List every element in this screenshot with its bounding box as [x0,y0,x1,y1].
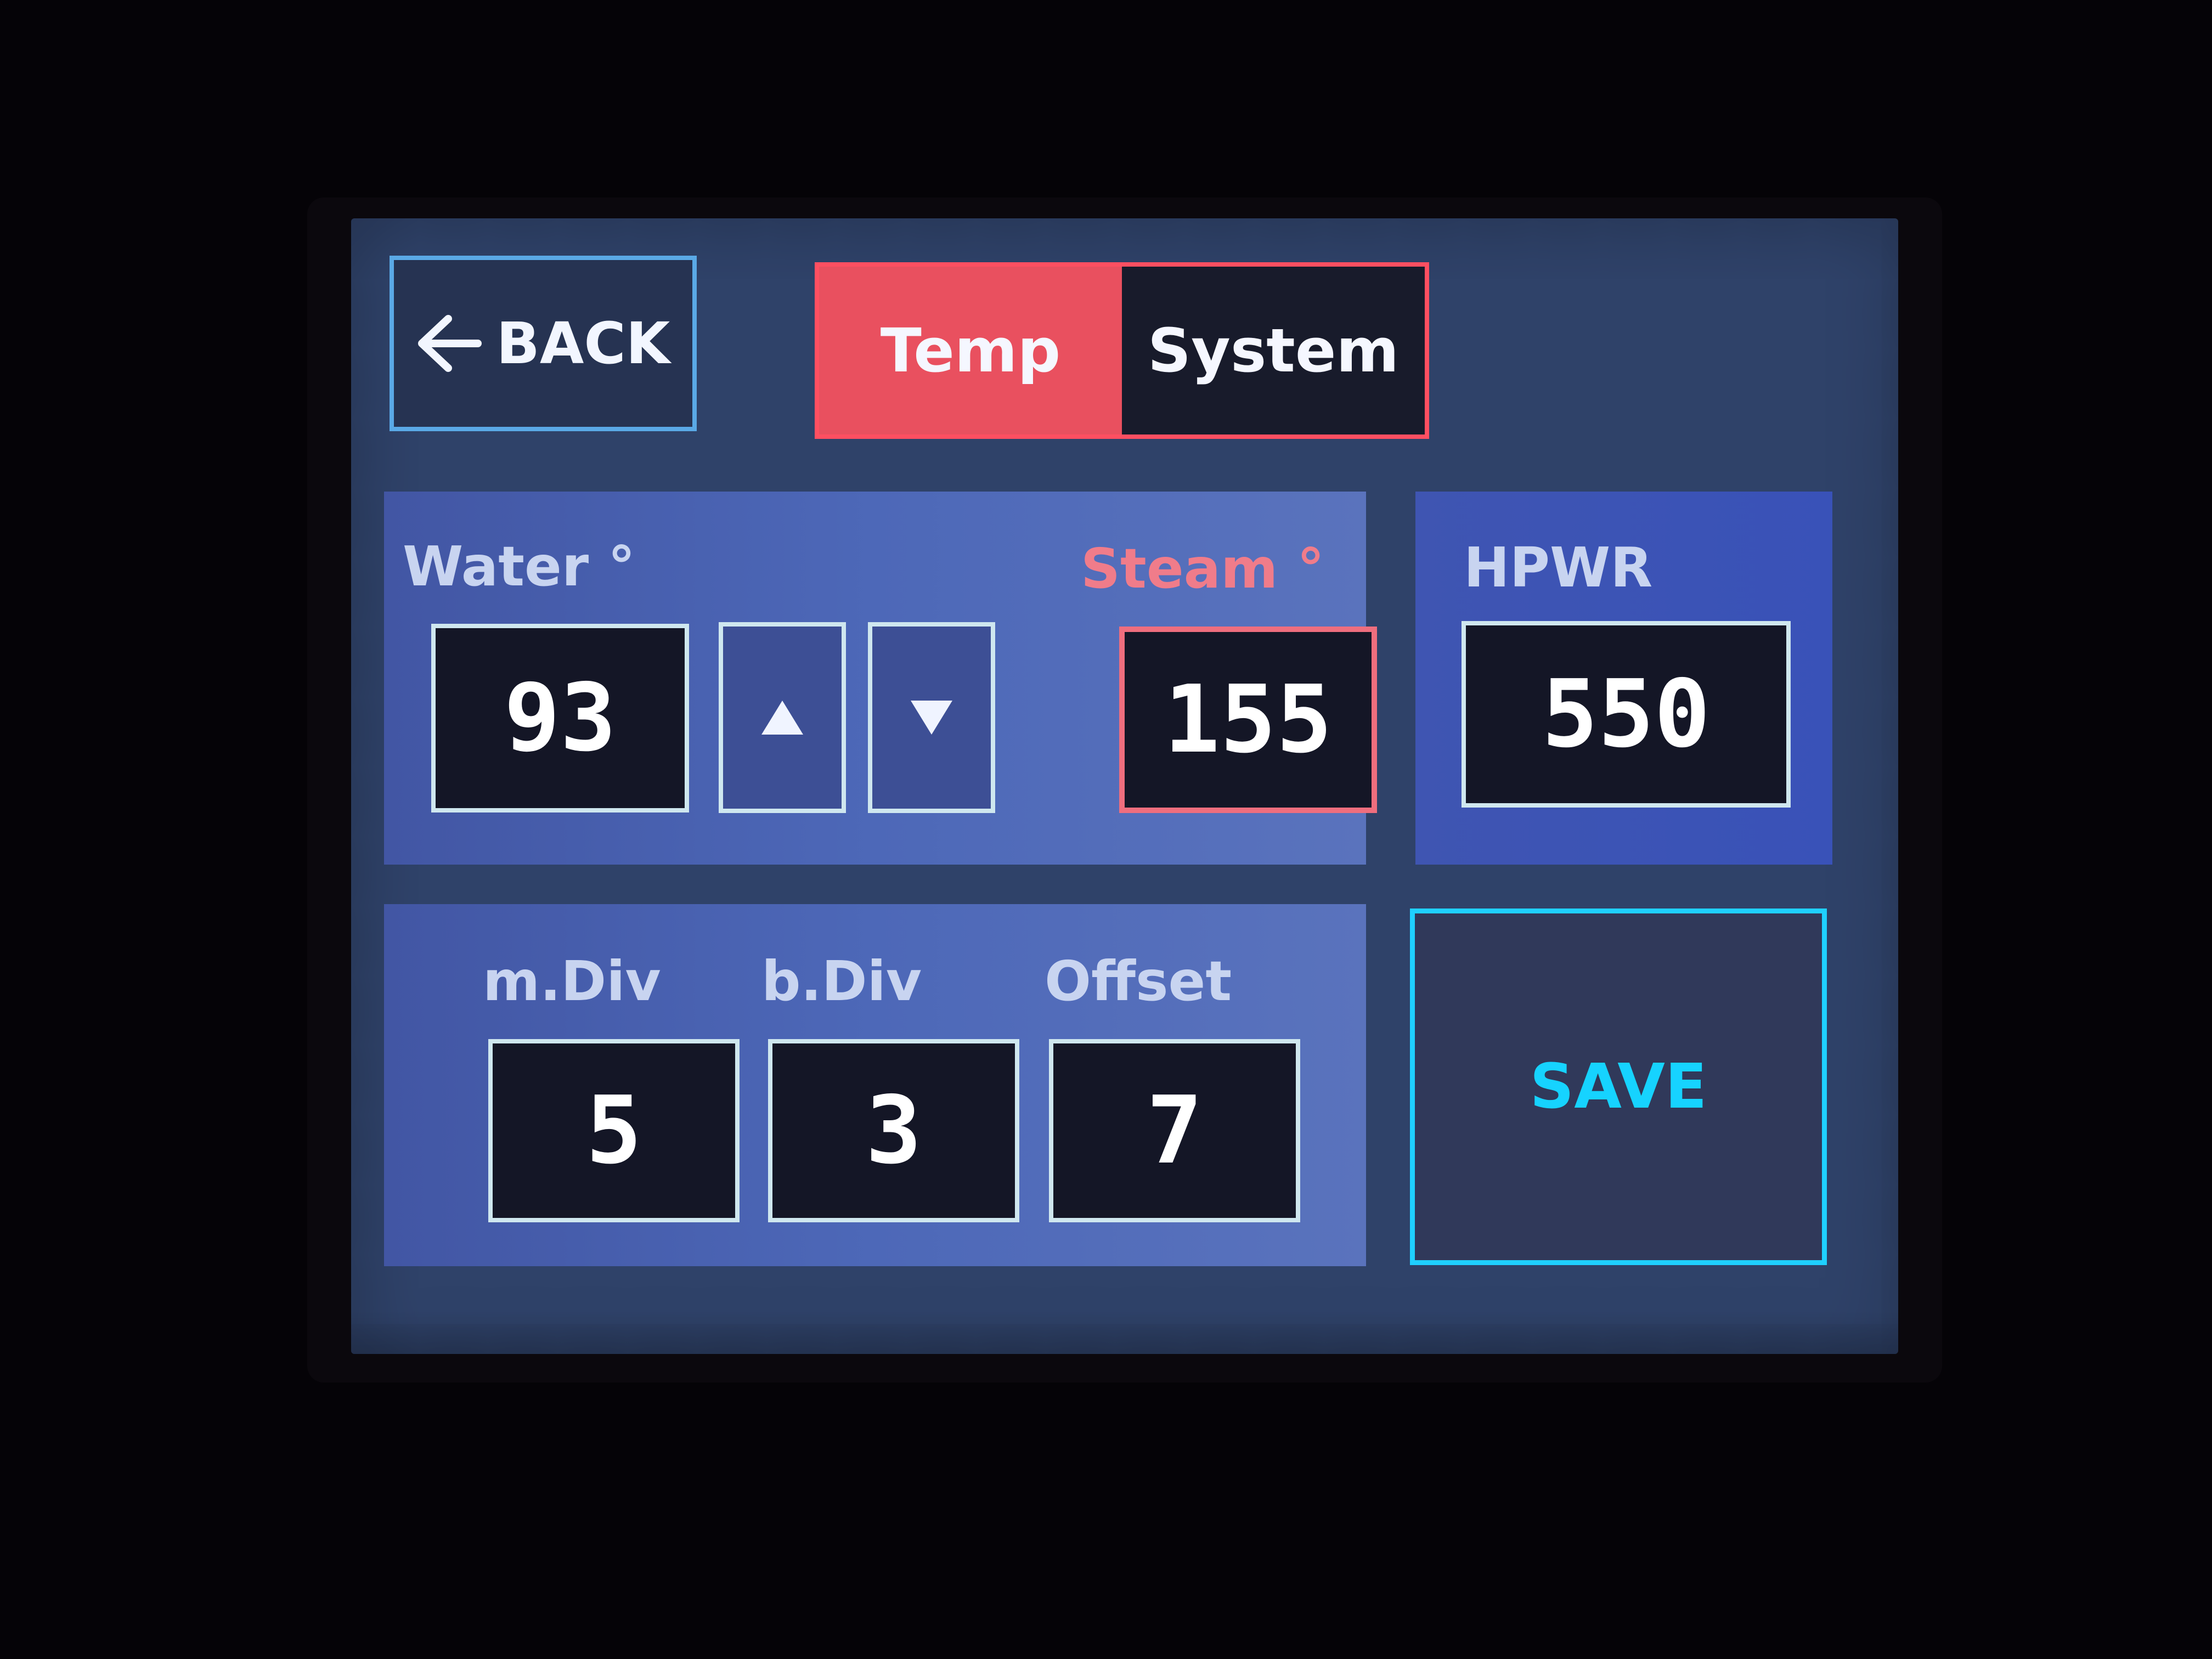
steam-temperature-text: 155 [1164,665,1333,774]
arrow-left-icon [417,315,482,372]
heater-power-panel: HPWR 550 [1415,492,1832,865]
triangle-down-icon [911,701,952,735]
division-settings-panel: m.Div b.Div Offset 5 3 7 [384,904,1366,1266]
tab-temp[interactable]: Temp [819,267,1122,435]
m-div-value[interactable]: 5 [488,1039,740,1222]
water-temperature-value[interactable]: 93 [431,624,689,812]
decrease-water-button[interactable] [868,622,995,813]
save-button[interactable]: SAVE [1410,909,1827,1265]
b-div-label: b.Div [761,949,922,1013]
mode-tabs: Temp System [815,262,1429,439]
save-label: SAVE [1530,1051,1707,1122]
m-div-value-text: 5 [585,1076,642,1185]
water-temperature-text: 93 [504,664,617,772]
offset-label: Offset [1045,949,1232,1013]
hpwr-label: HPWR [1464,535,1653,600]
back-label: BACK [496,310,670,377]
tab-system-label: System [1147,315,1400,386]
touch-screen: BACK Temp System Water ° 93 Steam ° 155 … [351,218,1898,1354]
tab-system[interactable]: System [1122,267,1425,435]
increase-water-button[interactable] [719,622,846,813]
offset-value[interactable]: 7 [1049,1039,1300,1222]
water-label: Water ° [403,534,635,599]
temperature-panel: Water ° 93 Steam ° 155 [384,492,1377,865]
steam-label: Steam ° [1081,537,1325,601]
steam-temperature-value[interactable]: 155 [1119,627,1377,813]
back-button[interactable]: BACK [390,256,697,431]
m-div-label: m.Div [483,949,661,1013]
b-div-value[interactable]: 3 [768,1039,1019,1222]
offset-value-text: 7 [1146,1076,1203,1185]
hpwr-value-text: 550 [1542,660,1711,769]
screen-shadow [351,1310,1898,1354]
tab-temp-label: Temp [880,315,1061,386]
hpwr-value[interactable]: 550 [1462,621,1791,808]
triangle-up-icon [761,701,803,735]
b-div-value-text: 3 [865,1076,922,1185]
